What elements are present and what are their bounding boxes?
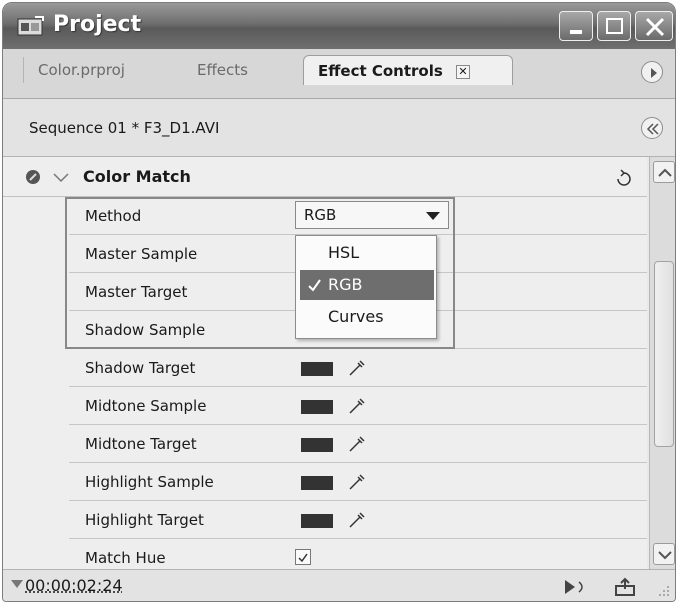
property-row: Highlight Sample (69, 463, 647, 501)
dropdown-option-label: RGB (328, 275, 363, 294)
triangle-down-icon (11, 580, 23, 588)
twirl-down-icon[interactable] (53, 173, 69, 183)
effect-header: Color Match (3, 157, 647, 197)
eyedropper-icon[interactable] (347, 396, 367, 416)
property-label: Shadow Sample (85, 321, 206, 339)
project-window: Project Color.prproj Effects Effect Cont… (2, 2, 676, 602)
scroll-thumb[interactable] (654, 261, 674, 447)
color-swatch[interactable] (301, 476, 333, 490)
property-label: Highlight Target (85, 511, 204, 529)
property-row: Midtone Target (69, 425, 647, 463)
color-swatch[interactable] (301, 438, 333, 452)
check-icon (298, 553, 308, 563)
resize-grip-icon[interactable] (655, 582, 671, 598)
property-row-match-hue: Match Hue (69, 539, 647, 569)
window-title: Project (53, 12, 142, 37)
close-button[interactable] (635, 11, 673, 41)
property-label: Highlight Sample (85, 473, 214, 491)
effect-controls-list: Color Match Method RGB Master Sample Mas… (3, 157, 647, 569)
chevron-up-icon (658, 168, 672, 177)
scroll-up-button[interactable] (653, 161, 675, 183)
property-label: Master Sample (85, 245, 198, 263)
color-swatch[interactable] (301, 400, 333, 414)
tab-project[interactable]: Color.prproj (23, 57, 173, 83)
play-audio-icon[interactable] (563, 576, 589, 598)
dropdown-option-curves[interactable]: Curves (300, 302, 434, 332)
method-dropdown-menu: HSL RGB Curves (295, 235, 437, 339)
match-hue-checkbox[interactable] (295, 549, 311, 565)
tab-effect-controls[interactable]: Effect Controls ✕ (303, 55, 513, 85)
color-swatch[interactable] (301, 362, 333, 376)
tab-effects[interactable]: Effects (183, 57, 293, 83)
collapse-icon (646, 123, 659, 135)
property-label: Master Target (85, 283, 188, 301)
sequence-bar: Sequence 01 * F3_D1.AVI (3, 99, 675, 157)
maximize-button[interactable] (597, 11, 631, 41)
chevron-down-icon (426, 212, 440, 220)
vertical-scrollbar[interactable] (649, 157, 675, 569)
method-select[interactable]: RGB (295, 201, 449, 229)
export-icon[interactable] (613, 576, 637, 598)
scroll-down-button[interactable] (653, 543, 675, 565)
sequence-label: Sequence 01 * F3_D1.AVI (29, 119, 220, 137)
color-swatch[interactable] (301, 514, 333, 528)
minimize-icon (570, 30, 582, 34)
check-icon (308, 279, 321, 292)
method-value: RGB (304, 206, 337, 224)
tab-bar: Color.prproj Effects Effect Controls ✕ (3, 49, 675, 99)
collapse-timeline-button[interactable] (641, 117, 663, 139)
title-bar[interactable]: Project (3, 3, 675, 49)
fx-toggle-icon[interactable] (25, 169, 41, 185)
app-icon (17, 16, 44, 36)
property-row-method: Method RGB (69, 197, 647, 235)
property-row: Midtone Sample (69, 387, 647, 425)
method-label: Method (85, 207, 142, 225)
eyedropper-icon[interactable] (347, 472, 367, 492)
reset-icon[interactable] (613, 167, 635, 189)
effect-name: Color Match (83, 167, 191, 186)
footer-bar: 00:00:02:24 (3, 569, 675, 601)
property-label: Midtone Target (85, 435, 197, 453)
dropdown-option-hsl[interactable]: HSL (300, 238, 434, 268)
timecode[interactable]: 00:00:02:24 (25, 576, 123, 595)
minimize-button[interactable] (559, 11, 593, 41)
eyedropper-icon[interactable] (347, 434, 367, 454)
property-row: Shadow Target (69, 349, 647, 387)
match-hue-label: Match Hue (85, 549, 166, 567)
property-label: Midtone Sample (85, 397, 207, 415)
chevron-down-icon (658, 551, 672, 560)
tab-close-icon[interactable]: ✕ (456, 64, 471, 79)
panel-menu-icon (651, 68, 657, 78)
eyedropper-icon[interactable] (347, 358, 367, 378)
tab-effect-controls-label: Effect Controls (318, 62, 443, 80)
dropdown-option-label: Curves (328, 307, 384, 326)
maximize-icon (606, 18, 623, 34)
property-row: Highlight Target (69, 501, 647, 539)
property-label: Shadow Target (85, 359, 196, 377)
eyedropper-icon[interactable] (347, 510, 367, 530)
close-icon (645, 17, 665, 37)
dropdown-option-rgb[interactable]: RGB (300, 270, 434, 300)
panel-menu-button[interactable] (641, 61, 663, 83)
dropdown-option-label: HSL (328, 243, 360, 262)
